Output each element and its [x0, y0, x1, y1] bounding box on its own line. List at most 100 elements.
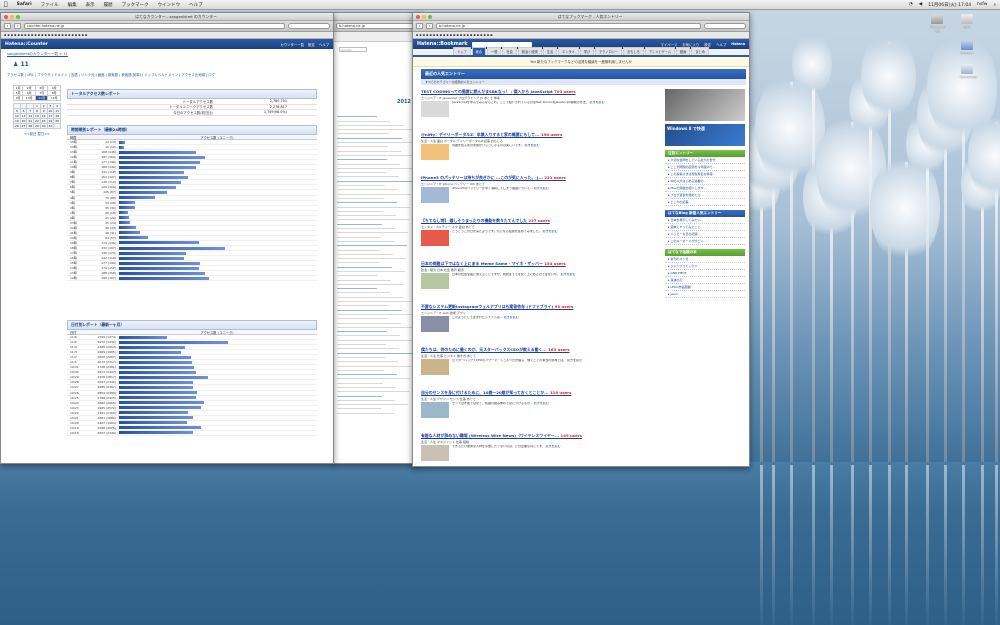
counter-browser-window[interactable]: はてなカウンター - sangenkkmt のカウンター ‹ › counter… — [0, 12, 334, 464]
header-link-help[interactable]: ヘルプ — [319, 42, 329, 47]
category-tab[interactable]: 生活 — [542, 47, 558, 55]
entry-read-more-link[interactable]: 続きを読む — [534, 187, 549, 190]
entry-thumbnail[interactable] — [421, 273, 449, 289]
apple-menu-icon[interactable]:  — [4, 1, 8, 8]
sidebar-link[interactable]: ▸ ここが問題の起源を今年度中で… — [665, 164, 745, 171]
calendar-day-cell[interactable]: 26 — [13, 123, 21, 129]
calendar-day-cell[interactable]: 28 — [26, 123, 35, 129]
minimize-icon[interactable] — [422, 14, 426, 19]
sidebar-link[interactable]: ▸ 日本を旅行してみたい… — [665, 217, 745, 224]
entry-title-link[interactable]: 日本の問題は下ではなく上にある Meme Same - マイネ・ザッバー 154… — [421, 261, 661, 267]
category-tab[interactable]: エンタメ — [558, 47, 579, 55]
sidebar-link[interactable]: ▸ この投稿さまは現在有名な情報… — [665, 171, 745, 178]
category-tab[interactable]: まとめ — [691, 47, 709, 55]
calendar-month-cell[interactable]: 10月 — [22, 95, 36, 101]
entry-title-link[interactable]: @nifty：デイリーポータルZ：卒業入りすると家の概要にもして... 196 … — [421, 132, 661, 138]
mid-titlebar[interactable] — [333, 13, 421, 21]
entry-user-count[interactable]: 118 users — [550, 390, 571, 395]
zoom-icon[interactable] — [16, 14, 20, 19]
entry-read-more-link[interactable]: 続きを読む — [525, 144, 540, 147]
header-link-help[interactable]: ヘルプ — [716, 42, 726, 47]
entry-thumbnail[interactable] — [421, 230, 449, 246]
entry-title-text[interactable]: iPhone5 のパッテリーは持ちが良ぎかに ...このが気に入った。 [... — [421, 175, 543, 180]
sidebar-link[interactable]: ▸ 週末にやってみたこと… — [665, 224, 745, 231]
entry-read-more-link[interactable]: 続きを読む — [561, 273, 576, 276]
counter-breadcrumb[interactable]: sangenkkmtのカウンター一覧 > 11 — [1, 49, 333, 60]
entry-title-text[interactable]: 不要なシステム更新Instagramウェルアプリはも案答依存 (ドファブライ) — [421, 304, 553, 309]
close-icon[interactable] — [416, 14, 420, 19]
entry-read-more-link[interactable]: 続きを読む — [567, 359, 582, 362]
forward-button[interactable]: › — [14, 23, 21, 29]
volume-icon[interactable]: ◀ — [919, 2, 922, 7]
entry-user-count[interactable]: 93 users — [555, 304, 574, 309]
counter-logo[interactable]: Hatena::Counter — [5, 42, 48, 47]
menu-item-help[interactable]: ヘルプ — [189, 2, 203, 8]
entry-title-link[interactable]: 自分のセンスを身に付けるために、10歳〜20歳が知っておくとことか... 118… — [421, 390, 661, 396]
sidebar-link[interactable]: ▸ 新刊のマンガ — [665, 256, 745, 263]
zoom-icon[interactable] — [428, 14, 432, 19]
background-browser-window[interactable]: b.hatena.ne.jp Google 2012 — [332, 12, 422, 464]
entry-thumbnail[interactable] — [421, 316, 449, 332]
header-link-mypage[interactable]: マイページ — [660, 42, 677, 47]
entry-user-count[interactable]: 149 users — [561, 433, 582, 438]
menu-item-view[interactable]: 表示 — [86, 2, 95, 8]
category-tab[interactable]: 一般 — [487, 47, 502, 55]
sidebar-link[interactable]: ▸ LEGO作品図鑑 — [665, 284, 745, 291]
hatena-bookmark-logo[interactable]: Hatena::Bookmark — [417, 42, 468, 47]
menubar-user[interactable]: hsfw — [977, 2, 987, 7]
entry-title-text[interactable]: @nifty：デイリーポータルZ：卒業入りすると家の概要にもして... — [421, 132, 539, 137]
header-hatena-link[interactable]: Hatena — [731, 42, 745, 47]
entry-title-text[interactable]: 僕たちは、何のために働くのか、元スターバックスCEOが教える働く... — [421, 347, 547, 352]
menu-item-bookmarks[interactable]: ブックマーク — [122, 2, 149, 8]
sidebar-link[interactable]: ▸ 鬼滅の刃 — [665, 277, 745, 284]
desktop-icon-hd[interactable]: Macintosh HD — [930, 14, 945, 33]
category-tab[interactable]: 動画 — [675, 47, 691, 55]
minimize-icon[interactable] — [10, 14, 14, 19]
sidebar-link[interactable]: ▸ ハッピーな日の記録… — [665, 231, 745, 238]
entry-read-more-link[interactable]: 続きを読む — [504, 316, 519, 319]
entry-read-more-link[interactable]: 続きを読む — [590, 101, 605, 104]
header-link-settings[interactable]: 設定 — [308, 42, 315, 47]
header-link-settings[interactable]: 設定 — [704, 42, 711, 47]
calendar-day-cell[interactable]: 31 — [46, 123, 55, 129]
counter-url-bar[interactable]: counter.hatena.ne.jp — [24, 23, 285, 29]
counter-report-nav[interactable]: アクセス数 | URL | ブラウザ | ドメイン | 言語 | リンク元 | … — [1, 71, 333, 80]
entry-title-link[interactable]: 僕たちは、何のために働くのか、元スターバックスCEOが教える働く... 163 … — [421, 347, 661, 353]
category-tab[interactable]: 総合 — [471, 47, 487, 55]
entry-user-count[interactable]: 703 users — [554, 89, 575, 94]
menu-item-edit[interactable]: 編集 — [68, 2, 77, 8]
category-tab[interactable]: トップ — [453, 47, 471, 55]
back-button[interactable]: ‹ — [4, 23, 11, 29]
entry-title-text[interactable]: 有能な人材が辞めない職場 (Wireless Wire News)（ワイヤレスワ… — [421, 433, 559, 438]
category-tab[interactable]: おもしろ — [623, 47, 644, 55]
desktop-icon-dropbox[interactable]: Dropbox — [960, 40, 974, 55]
wifi-icon[interactable]: ◔ — [909, 2, 913, 7]
calendar-day-cell[interactable]: 30 — [39, 123, 48, 129]
sidebar-link[interactable]: ▸ どこかの記事… — [665, 199, 745, 206]
calendar-day-cell[interactable]: 27 — [19, 123, 28, 129]
bookmark-url-bar[interactable]: b.hatena.ne.jp — [436, 23, 701, 29]
entry-title-link[interactable]: 【ちてなし特】 嬉しそうまったりの機能を数々たてんでした 227 users — [421, 218, 661, 224]
entry-read-more-link[interactable]: 続きを読む — [534, 402, 549, 405]
counter-search-field[interactable]: ⌕ — [288, 23, 330, 29]
close-icon[interactable] — [4, 14, 8, 19]
entry-thumbnail[interactable] — [421, 187, 449, 203]
sidebar-photo-banner[interactable] — [665, 89, 745, 121]
calendar-day-cell[interactable]: 29 — [33, 123, 41, 129]
menu-item-file[interactable]: ファイル — [41, 2, 59, 8]
entry-user-count[interactable]: 227 users — [528, 218, 549, 223]
entry-user-count[interactable]: 196 users — [541, 132, 562, 137]
entry-title-text[interactable]: TEST CODINGっての需要に読んだまSBKなっ！ / 僕入から JavaS… — [421, 89, 553, 94]
sidebar-link[interactable]: ▸ Macの勉強を紹介します… — [665, 185, 745, 192]
category-tab[interactable]: 学び — [579, 47, 595, 55]
entry-read-more-link[interactable]: 続きを読む — [543, 230, 558, 233]
entry-thumbnail[interactable] — [421, 445, 449, 461]
entry-thumbnail[interactable] — [421, 402, 449, 418]
back-button[interactable]: ‹ — [416, 23, 423, 29]
entry-read-more-link[interactable]: 続きを読む — [546, 445, 561, 448]
sidebar-link[interactable]: ▸ ブログ運営を始めたら… — [665, 192, 745, 199]
category-tab[interactable]: テクノロジー — [595, 47, 623, 55]
bookmark-titlebar[interactable]: はてなブックマーク - 人気エントリー — [413, 13, 749, 21]
desktop-icon-documents[interactable]: Documents — [960, 64, 977, 79]
calendar-month-cell[interactable]: 9月 — [12, 95, 24, 101]
